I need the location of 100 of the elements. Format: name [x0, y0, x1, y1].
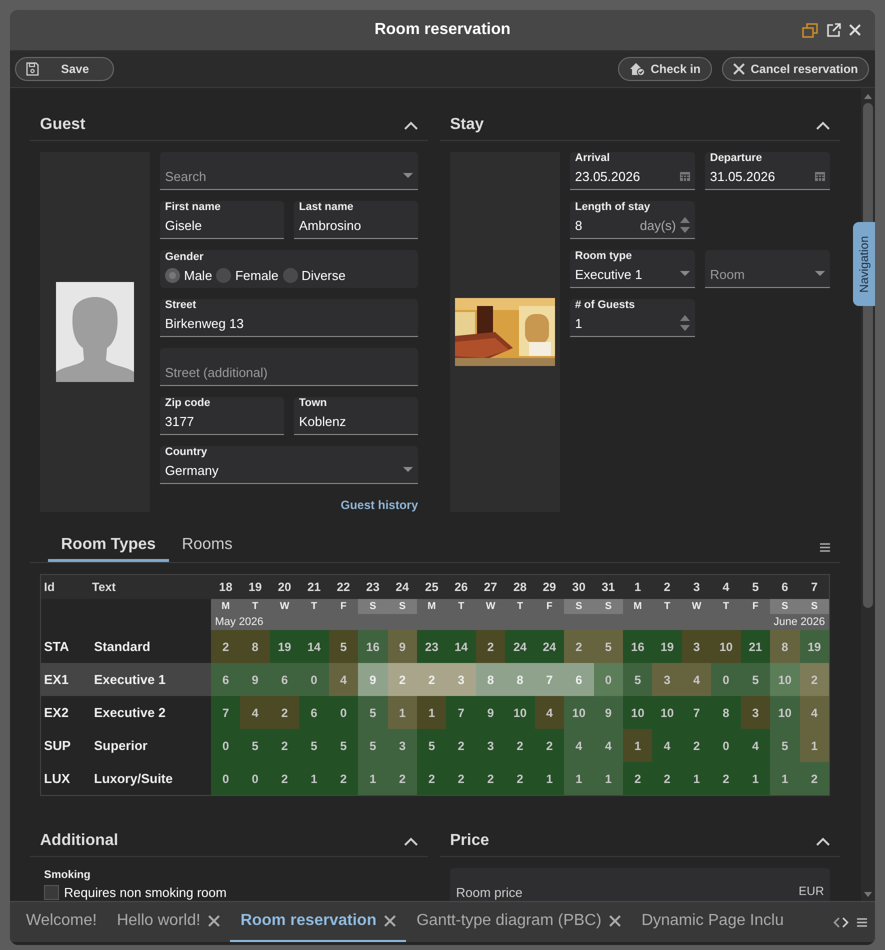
- radio-button[interactable]: Male: [165, 268, 212, 282]
- spinner-arrows-icon[interactable]: [680, 216, 690, 234]
- text-field[interactable]: Last name Ambrosino: [294, 201, 418, 239]
- chevron-up-icon[interactable]: [816, 836, 830, 846]
- day-header: 20: [276, 580, 292, 594]
- weekday-label: S: [770, 599, 800, 614]
- calendar-icon[interactable]: [680, 171, 690, 181]
- availability-cell: 2: [388, 762, 417, 795]
- field-label: Arrival: [575, 152, 611, 165]
- field-label: First name: [165, 201, 222, 214]
- document-tab[interactable]: Room reservation: [230, 902, 406, 942]
- availability-cell: 3: [446, 663, 476, 696]
- document-tab[interactable]: Welcome!: [16, 902, 107, 942]
- weekday-label: W: [484, 600, 496, 614]
- dropdown-arrow-icon[interactable]: [815, 271, 825, 277]
- chevron-right-icon[interactable]: [842, 916, 849, 928]
- number-field[interactable]: # of Guests 1: [570, 299, 695, 337]
- radio-button[interactable]: Female: [216, 268, 279, 282]
- dropdown-field[interactable]: Country Germany: [160, 446, 418, 484]
- dropdown-arrow-icon[interactable]: [403, 173, 413, 179]
- table-row[interactable]: STA Standard 2 8 19 14 5 16 9 23 14 2 24 24 2 5 16 19 3 10 21 8 19: [41, 630, 829, 663]
- field-label: Gender: [165, 251, 205, 264]
- restore-icon[interactable]: [802, 22, 818, 38]
- date-field[interactable]: Departure 31.05.2026: [705, 152, 830, 190]
- availability-cell: 2: [505, 729, 535, 762]
- day-header: 19: [247, 580, 263, 594]
- dropdown-arrow-icon[interactable]: [403, 467, 413, 473]
- availability-cell: 5: [240, 729, 270, 762]
- availability-cell: 21: [740, 630, 770, 663]
- text-field[interactable]: Town Koblenz: [294, 397, 418, 435]
- date-field[interactable]: Arrival 23.05.2026: [570, 152, 695, 190]
- guest-history-link[interactable]: Guest history: [340, 498, 418, 512]
- text-field[interactable]: Street (additional): [160, 348, 418, 386]
- close-icon[interactable]: [609, 915, 622, 927]
- day-header: 31: [600, 580, 616, 594]
- availability-cell: 2: [800, 762, 829, 795]
- cancel-button[interactable]: Cancel reservation: [722, 57, 869, 81]
- external-link-icon[interactable]: [826, 22, 841, 38]
- number-field[interactable]: Length of stay 8 day(s): [570, 201, 695, 239]
- availability-cell: 16: [358, 630, 388, 663]
- chevron-up-icon[interactable]: [816, 120, 830, 130]
- weekday-label: T: [310, 600, 318, 614]
- close-icon[interactable]: [384, 915, 396, 927]
- day-header: 25: [424, 580, 440, 594]
- checkbox[interactable]: Requires non smoking room: [44, 885, 414, 900]
- month-label: June 2026: [774, 615, 825, 630]
- tab-label: Dynamic Page Inclu: [641, 911, 784, 931]
- dropdown-arrow-icon[interactable]: [680, 271, 690, 277]
- availability-cell: 4: [594, 729, 623, 762]
- table-cell-text: Luxory/Suite: [93, 770, 174, 788]
- dropdown-field[interactable]: Room: [705, 250, 830, 288]
- availability-cell: 5: [358, 729, 388, 762]
- document-tab[interactable]: Hello world!: [106, 902, 230, 942]
- text-field[interactable]: First name Gisele: [160, 201, 284, 239]
- tab[interactable]: Room Types: [48, 536, 169, 562]
- check-in-button[interactable]: Check in: [618, 57, 712, 81]
- spinner-arrows-icon[interactable]: [680, 314, 690, 332]
- document-tab[interactable]: Dynamic Page Inclu: [631, 902, 794, 942]
- availability-cell: 0: [211, 729, 240, 762]
- availability-cell: 2: [623, 762, 652, 795]
- availability-cell: 5: [358, 696, 388, 729]
- price-field[interactable]: Room price EUR: [450, 868, 830, 901]
- availability-cell: 2: [270, 696, 300, 729]
- unit-label: day(s): [640, 218, 676, 232]
- chevron-left-icon[interactable]: [833, 916, 840, 928]
- field-value: 31.05.2026: [710, 168, 776, 184]
- scroll-up-icon[interactable]: [864, 94, 872, 99]
- dropdown-field[interactable]: Room type Executive 1: [570, 250, 695, 288]
- availability-cell: 4: [534, 696, 564, 729]
- chevron-up-icon[interactable]: [404, 836, 418, 846]
- dropdown-field[interactable]: Search: [160, 152, 418, 190]
- navigation-tab[interactable]: Navigation: [853, 222, 875, 306]
- day-header: 21: [306, 580, 322, 594]
- save-button[interactable]: Save: [15, 57, 114, 81]
- availability-cell: 1: [740, 762, 770, 795]
- field-value: 8: [575, 218, 584, 232]
- chevron-up-icon[interactable]: [404, 120, 418, 130]
- table-row[interactable]: EX1 Executive 1 6 9 6 0 4 9 2 2 3 8 8 7 6 0 5 3 4 0 5 10 2: [41, 663, 829, 696]
- availability-cell: 0: [711, 729, 741, 762]
- document-tab[interactable]: Gantt-type diagram (PBC): [406, 902, 632, 942]
- availability-cell: 2: [270, 762, 300, 795]
- text-field[interactable]: Street Birkenweg 13: [160, 299, 418, 337]
- menu-icon[interactable]: [857, 918, 867, 926]
- text-field[interactable]: Zip code 3177: [160, 397, 284, 435]
- field-label: # of Guests: [575, 299, 636, 312]
- availability-cell: 0: [711, 663, 741, 696]
- scrollbar[interactable]: [861, 88, 875, 901]
- tab[interactable]: Rooms: [168, 536, 246, 562]
- calendar-icon[interactable]: [815, 171, 825, 181]
- availability-cell: 10: [505, 696, 535, 729]
- radio-button[interactable]: Diverse: [282, 268, 346, 282]
- availability-cell: 19: [800, 630, 829, 663]
- table-cell-text: EX2: [43, 704, 70, 722]
- scroll-down-icon[interactable]: [864, 892, 872, 897]
- close-icon[interactable]: [208, 915, 220, 927]
- table-row[interactable]: SUP Superior 0 5 2 5 5 5 3 5 2 3 2 2 4 4 1 4 2 0 4 5 1: [41, 729, 829, 762]
- weekday-label: T: [457, 600, 466, 614]
- menu-icon[interactable]: [820, 542, 830, 552]
- day-header: 30: [571, 580, 587, 594]
- availability-cell: 3: [388, 729, 417, 762]
